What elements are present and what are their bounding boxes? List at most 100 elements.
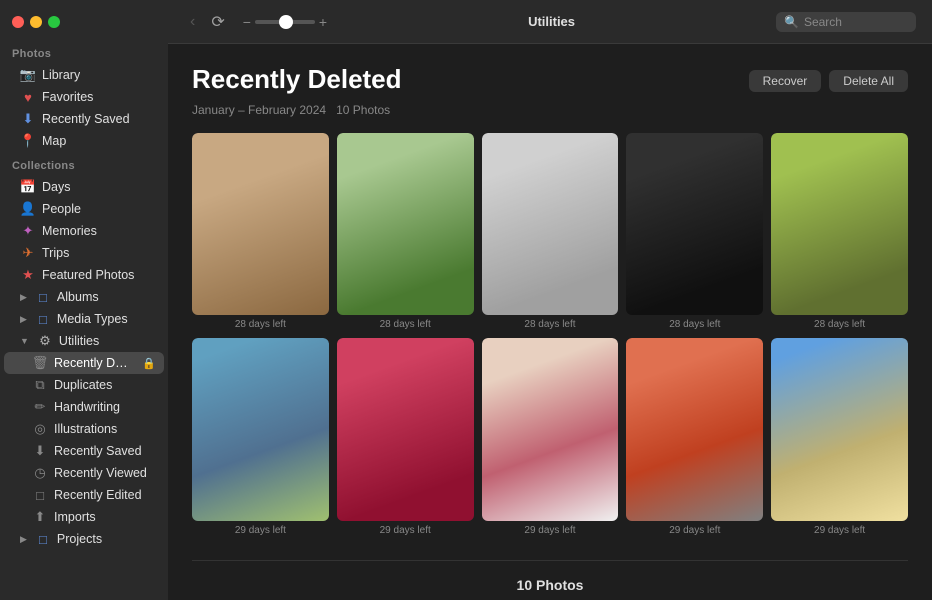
photo-caption: 28 days left xyxy=(337,319,474,330)
sidebar-item-label: Recently Viewed xyxy=(54,466,147,480)
media-types-icon: □ xyxy=(35,311,51,327)
close-button[interactable] xyxy=(12,16,24,28)
slider-thumb[interactable] xyxy=(279,15,293,29)
photo-item-girl2[interactable]: 28 days left xyxy=(771,133,908,330)
sidebar-item-label: Days xyxy=(42,180,70,194)
illustrations-icon: ◎ xyxy=(32,421,48,437)
sidebar-item-illustrations[interactable]: ◎ Illustrations xyxy=(4,418,164,440)
sidebar-item-favorites[interactable]: ♥ Favorites xyxy=(4,86,164,108)
photo-thumbnail xyxy=(192,338,329,520)
sidebar-item-library[interactable]: 📷 Library xyxy=(4,64,164,86)
photo-item-raspberries[interactable]: 29 days left xyxy=(337,338,474,535)
sidebar-item-media-types[interactable]: ▶ □ Media Types xyxy=(4,308,164,330)
photo-item-dog2[interactable]: 28 days left xyxy=(337,133,474,330)
photo-caption: 28 days left xyxy=(626,319,763,330)
sidebar-item-duplicates[interactable]: ⧉ Duplicates xyxy=(4,374,164,396)
sidebar-item-projects[interactable]: ▶ □ Projects xyxy=(4,528,164,550)
sidebar-item-map[interactable]: 📍 Map xyxy=(4,130,164,152)
expand-icon: ▶ xyxy=(20,534,27,545)
photo-thumbnail xyxy=(482,133,619,315)
search-input[interactable] xyxy=(804,15,908,29)
photo-item-girl1[interactable]: 28 days left xyxy=(626,133,763,330)
main-panel: ‹ ⟳ − + Utilities 🔍 Recently Deleted Rec… xyxy=(168,0,932,600)
sidebar-item-label: Memories xyxy=(42,224,97,238)
maximize-button[interactable] xyxy=(48,16,60,28)
imports-icon: ⬆ xyxy=(32,509,48,525)
sidebar-item-trips[interactable]: ✈ Trips xyxy=(4,242,164,264)
back-button[interactable]: ‹ xyxy=(184,10,201,34)
photo-caption: 29 days left xyxy=(771,525,908,536)
photo-thumbnail xyxy=(337,338,474,520)
recently-saved-u-icon: ⬇ xyxy=(32,443,48,459)
expand-icon: ▶ xyxy=(20,292,27,303)
sidebar-item-label: Projects xyxy=(57,532,102,546)
handwriting-icon: ✏ xyxy=(32,399,48,415)
sidebar-item-recently-deleted[interactable]: 🗑 Recently Delet... 🔒 xyxy=(4,352,164,374)
sidebar-item-label: Handwriting xyxy=(54,400,120,414)
photo-thumbnail xyxy=(771,338,908,520)
search-box[interactable]: 🔍 xyxy=(776,12,916,32)
photo-item-cake[interactable]: 29 days left xyxy=(482,338,619,535)
zoom-in-icon: + xyxy=(319,14,327,30)
photo-thumbnail xyxy=(192,133,329,315)
sidebar-item-label: Recently Edited xyxy=(54,488,142,502)
photo-item-house[interactable]: 29 days left xyxy=(192,338,329,535)
photo-thumbnail xyxy=(771,133,908,315)
library-icon: 📷 xyxy=(20,67,36,83)
sidebar-item-label: Albums xyxy=(57,290,99,304)
photo-item-melon[interactable]: 29 days left xyxy=(626,338,763,535)
subtitle: January – February 2024 10 Photos xyxy=(192,103,908,117)
photo-caption: 28 days left xyxy=(192,319,329,330)
toolbar-title: Utilities xyxy=(339,14,764,29)
search-icon: 🔍 xyxy=(784,15,799,29)
sidebar-item-memories[interactable]: ✦ Memories xyxy=(4,220,164,242)
recently-edited-icon: □ xyxy=(32,487,48,503)
sidebar-item-label: Map xyxy=(42,134,66,148)
sidebar-item-featured-photos[interactable]: ★ Featured Photos xyxy=(4,264,164,286)
sidebar-item-utilities[interactable]: ▼ ⚙ Utilities xyxy=(4,330,164,352)
memories-icon: ✦ xyxy=(20,223,36,239)
photo-item-dog3[interactable]: 28 days left xyxy=(482,133,619,330)
sidebar-item-handwriting[interactable]: ✏ Handwriting xyxy=(4,396,164,418)
minimize-button[interactable] xyxy=(30,16,42,28)
sidebar-item-days[interactable]: 📅 Days xyxy=(4,176,164,198)
sidebar-item-imports[interactable]: ⬆ Imports xyxy=(4,506,164,528)
trips-icon: ✈ xyxy=(20,245,36,261)
photo-caption: 29 days left xyxy=(337,525,474,536)
nav-buttons: ‹ ⟳ xyxy=(184,10,231,34)
photo-thumbnail xyxy=(626,133,763,315)
photo-caption: 29 days left xyxy=(626,525,763,536)
photo-thumbnail xyxy=(482,338,619,520)
sidebar-item-recently-edited[interactable]: □ Recently Edited xyxy=(4,484,164,506)
sidebar-item-recently-saved[interactable]: ⬇ Recently Saved xyxy=(4,108,164,130)
sidebar-item-label: People xyxy=(42,202,81,216)
photo-item-beach[interactable]: 29 days left xyxy=(771,338,908,535)
sidebar-item-label: Recently Delet... xyxy=(54,356,134,370)
zoom-slider[interactable] xyxy=(255,20,315,24)
content-area: Recently Deleted Recover Delete All Janu… xyxy=(168,44,932,600)
photo-caption: 28 days left xyxy=(482,319,619,330)
sidebar-item-label: Imports xyxy=(54,510,96,524)
recover-button[interactable]: Recover xyxy=(749,70,822,92)
expand-icon: ▶ xyxy=(20,314,27,325)
delete-all-button[interactable]: Delete All xyxy=(829,70,908,92)
sidebar-item-albums[interactable]: ▶ □ Albums xyxy=(4,286,164,308)
sidebar-item-people[interactable]: 👤 People xyxy=(4,198,164,220)
sidebar: Photos 📷 Library ♥ Favorites ⬇ Recently … xyxy=(0,0,168,600)
photo-caption: 29 days left xyxy=(192,525,329,536)
photo-caption: 28 days left xyxy=(771,319,908,330)
map-icon: 📍 xyxy=(20,133,36,149)
sidebar-item-label: Library xyxy=(42,68,80,82)
sidebar-item-label: Utilities xyxy=(59,334,99,348)
rotate-button[interactable]: ⟳ xyxy=(205,10,230,34)
sidebar-item-recently-saved-u[interactable]: ⬇ Recently Saved xyxy=(4,440,164,462)
content-footer: 10 Photos Photos and videos show the day… xyxy=(192,560,908,600)
photo-item-dog1[interactable]: 28 days left xyxy=(192,133,329,330)
page-title: Recently Deleted xyxy=(192,64,402,95)
sidebar-item-recently-viewed[interactable]: ◷ Recently Viewed xyxy=(4,462,164,484)
sidebar-item-label: Favorites xyxy=(42,90,93,104)
recently-saved-icon: ⬇ xyxy=(20,111,36,127)
photo-count: 10 Photos xyxy=(336,103,390,117)
collections-section-label: Collections xyxy=(0,152,168,176)
recently-viewed-icon: ◷ xyxy=(32,465,48,481)
